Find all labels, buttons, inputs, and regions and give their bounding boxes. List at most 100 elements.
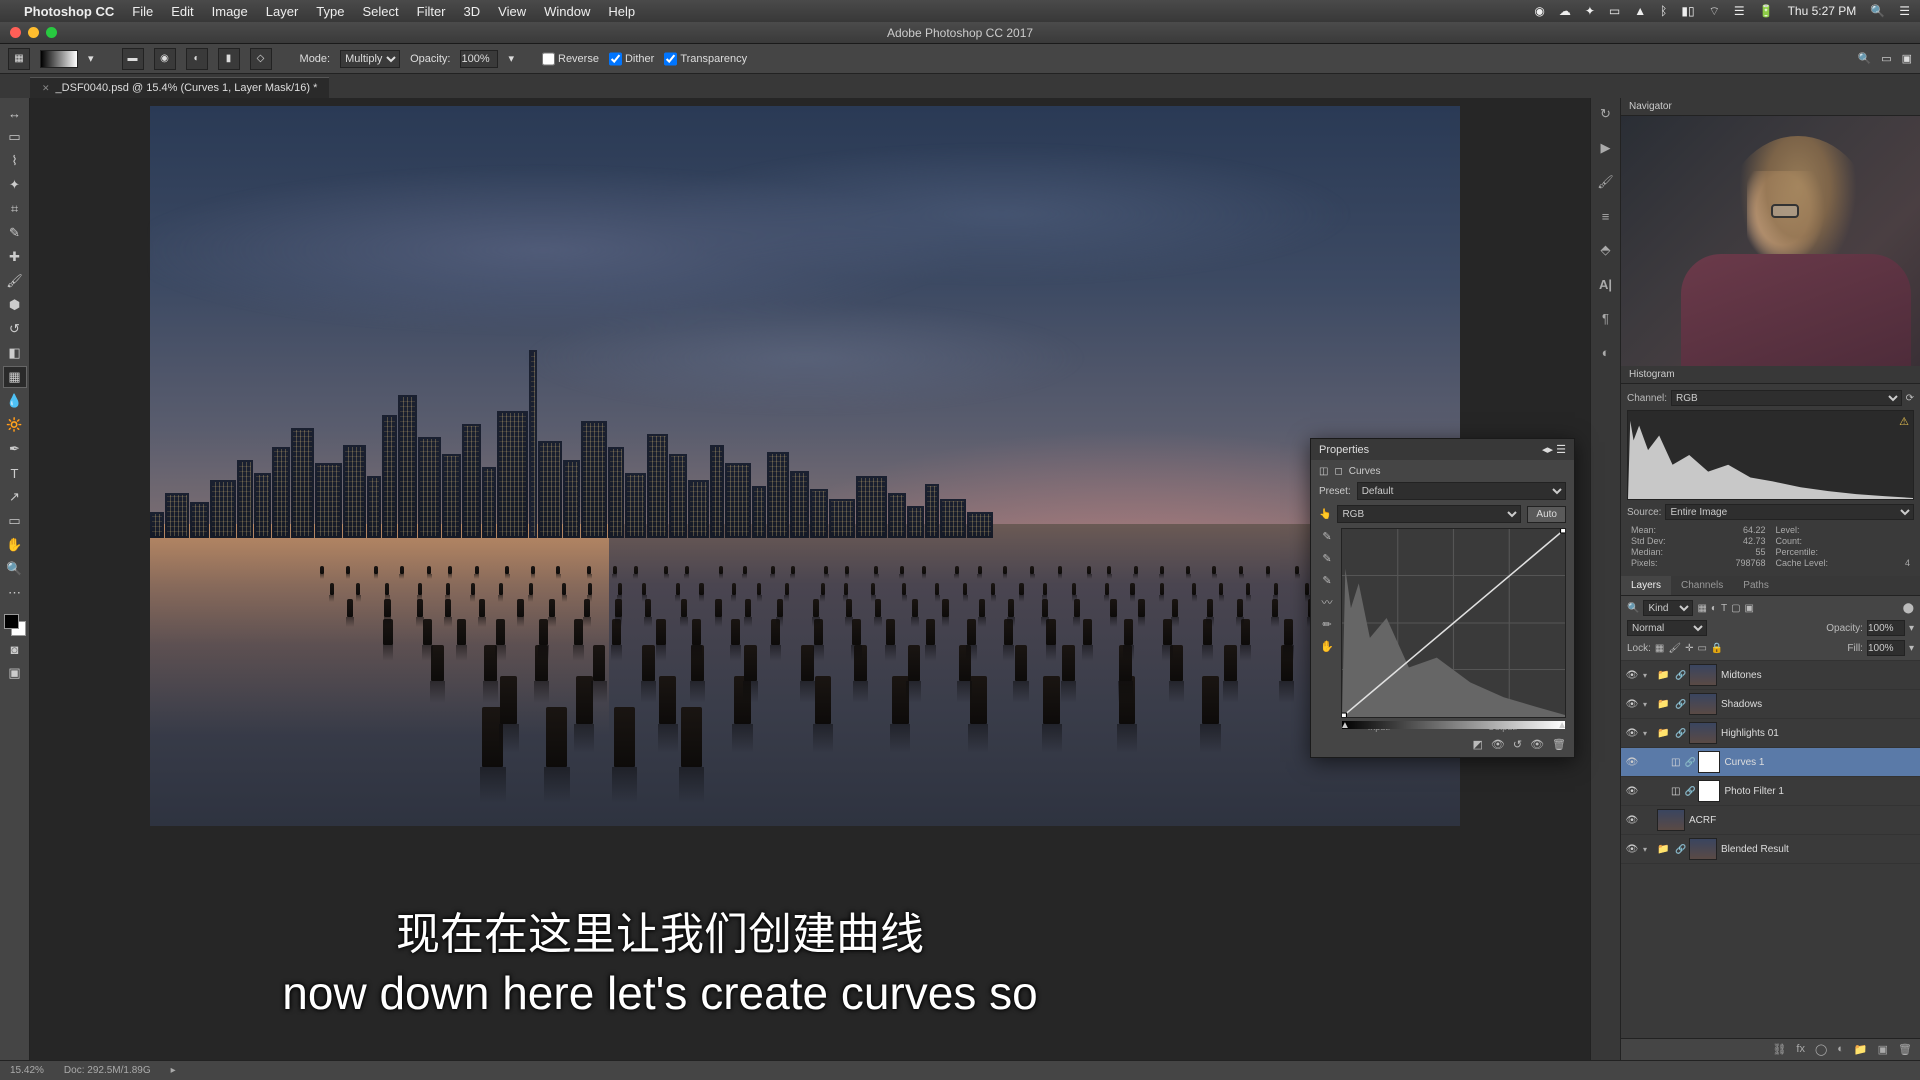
stamp-tool-icon[interactable]: ⬢: [3, 294, 27, 316]
document-tab[interactable]: ✕ _DSF0040.psd @ 15.4% (Curves 1, Layer …: [30, 77, 329, 98]
lock-art-icon[interactable]: ▭: [1697, 643, 1706, 654]
mask-icon[interactable]: ◯: [1815, 1043, 1827, 1056]
history-icon[interactable]: ↻: [1596, 104, 1616, 124]
sampler-minus-icon[interactable]: ✎: [1319, 572, 1335, 588]
filter-pixel-icon[interactable]: ▦: [1697, 603, 1706, 614]
reverse-checkbox[interactable]: Reverse: [542, 50, 599, 68]
type-tool-icon[interactable]: T: [3, 462, 27, 484]
prev-state-icon[interactable]: 👁: [1491, 738, 1505, 751]
blur-tool-icon[interactable]: 💧: [3, 390, 27, 412]
layer-row[interactable]: 👁▾📁🔗Highlights 01: [1621, 719, 1920, 748]
search-icon[interactable]: 🔍: [1870, 4, 1885, 18]
preset-select[interactable]: Default: [1357, 482, 1566, 500]
fgbg-swatch[interactable]: [4, 614, 26, 636]
lock-pos-icon[interactable]: ✛: [1685, 643, 1693, 654]
menu-edit[interactable]: Edit: [171, 4, 193, 19]
new-layer-icon[interactable]: ▣: [1878, 1043, 1888, 1056]
move-tool-icon[interactable]: ↔: [3, 102, 27, 124]
layer-list[interactable]: 👁▾📁🔗Midtones👁▾📁🔗Shadows👁▾📁🔗Highlights 01…: [1621, 661, 1920, 1038]
workspace-icon[interactable]: ▭: [1881, 52, 1891, 65]
collapse-icon[interactable]: ◂▸: [1542, 444, 1553, 456]
filter-toggle-icon[interactable]: ⬤: [1903, 603, 1914, 614]
hand-tool-icon[interactable]: ✋: [3, 534, 27, 556]
trash-icon[interactable]: 🗑: [1898, 1043, 1912, 1056]
layer-opacity-input[interactable]: [1867, 620, 1905, 636]
bluetooth-icon[interactable]: ᛒ: [1660, 4, 1667, 18]
sampler-icon[interactable]: ✎: [1319, 528, 1335, 544]
layer-name[interactable]: Highlights 01: [1721, 728, 1916, 739]
lock-trans-icon[interactable]: ▦: [1655, 643, 1664, 654]
gradient-diamond-icon[interactable]: ◇: [250, 48, 272, 70]
channel-select[interactable]: RGB: [1337, 505, 1521, 523]
layer-name[interactable]: Shadows: [1721, 699, 1916, 710]
layer-name[interactable]: Curves 1: [1724, 757, 1916, 768]
quickmask-icon[interactable]: ◙: [3, 638, 27, 660]
workspace2-icon[interactable]: ▣: [1902, 52, 1912, 65]
layer-mask[interactable]: [1698, 751, 1720, 773]
opacity-input[interactable]: [460, 50, 498, 68]
clock[interactable]: Thu 5:27 PM: [1788, 4, 1857, 18]
history-brush-icon[interactable]: ↺: [3, 318, 27, 340]
doc-size[interactable]: Doc: 292.5M/1.89G: [64, 1065, 151, 1076]
dither-checkbox[interactable]: Dither: [609, 50, 654, 68]
curve-draw-icon[interactable]: ✏: [1319, 616, 1335, 632]
menu-image[interactable]: Image: [212, 4, 248, 19]
lock-pixel-icon[interactable]: 🖌: [1668, 643, 1681, 654]
visibility-icon[interactable]: 👁: [1625, 815, 1639, 826]
display-icon[interactable]: ▭: [1609, 4, 1620, 18]
menu-type[interactable]: Type: [316, 4, 344, 19]
layer-row[interactable]: 👁 ACRF: [1621, 806, 1920, 835]
trash-icon[interactable]: 🗑: [1552, 738, 1566, 751]
menu-icon[interactable]: ☰: [1899, 4, 1910, 18]
brush-panel-icon[interactable]: 🖌: [1596, 172, 1616, 192]
gradient-angle-icon[interactable]: ◐: [186, 48, 208, 70]
battery-icon[interactable]: ▮▯: [1681, 4, 1694, 18]
close-tab-icon[interactable]: ✕: [42, 83, 50, 94]
target-icon[interactable]: 👆: [1319, 509, 1331, 520]
curve-hand-icon[interactable]: ✋: [1319, 638, 1335, 654]
visibility-icon[interactable]: 👁: [1625, 728, 1639, 739]
menu-view[interactable]: View: [498, 4, 526, 19]
warning-icon[interactable]: ⚠: [1899, 415, 1909, 428]
visibility-icon[interactable]: 👁: [1530, 738, 1544, 751]
layer-name[interactable]: ACRF: [1689, 815, 1916, 826]
dodge-tool-icon[interactable]: 🔆: [3, 414, 27, 436]
transparency-checkbox[interactable]: Transparency: [664, 50, 747, 68]
dropdown-icon[interactable]: ▾: [88, 52, 94, 65]
expand-icon[interactable]: ▾: [1643, 729, 1653, 738]
zoom-value[interactable]: 15.42%: [10, 1065, 44, 1076]
menu-icon[interactable]: ☰: [1556, 444, 1566, 456]
layer-row[interactable]: 👁▾📁🔗Midtones: [1621, 661, 1920, 690]
fx-icon[interactable]: fx: [1796, 1043, 1805, 1056]
auto-button[interactable]: Auto: [1527, 506, 1566, 523]
curves-graph[interactable]: ▲ ▲: [1341, 528, 1566, 718]
layer-name[interactable]: Blended Result: [1721, 844, 1916, 855]
actions-icon[interactable]: ▶: [1596, 138, 1616, 158]
cc-icon[interactable]: ☁: [1559, 4, 1571, 18]
histogram-header[interactable]: Histogram: [1621, 366, 1920, 384]
blend-select[interactable]: Normal: [1627, 620, 1707, 636]
gradient-swatch[interactable]: [40, 50, 78, 68]
search-icon[interactable]: 🔍: [1627, 603, 1639, 614]
visibility-icon[interactable]: 👁: [1625, 786, 1639, 797]
layer-name[interactable]: Midtones: [1721, 670, 1916, 681]
reset-icon[interactable]: ↺: [1513, 738, 1522, 751]
refresh-icon[interactable]: ⟳: [1906, 393, 1914, 404]
char-icon[interactable]: A|: [1596, 274, 1616, 294]
adj-icon[interactable]: ◐: [1596, 342, 1616, 362]
menu-select[interactable]: Select: [362, 4, 398, 19]
tab-paths[interactable]: Paths: [1733, 576, 1779, 595]
menu-file[interactable]: File: [132, 4, 153, 19]
expand-icon[interactable]: ▾: [1643, 845, 1653, 854]
visibility-icon[interactable]: 👁: [1625, 844, 1639, 855]
expand-icon[interactable]: ▾: [1643, 671, 1653, 680]
wand-tool-icon[interactable]: ✦: [3, 174, 27, 196]
lock-all-icon[interactable]: 🔒: [1711, 643, 1723, 654]
zoom-tool-icon[interactable]: 🔍: [3, 558, 27, 580]
layer-row[interactable]: 👁▾📁🔗Blended Result: [1621, 835, 1920, 864]
app-name[interactable]: Photoshop CC: [24, 4, 114, 19]
link-layers-icon[interactable]: ⛓: [1772, 1043, 1786, 1056]
filter-shape-icon[interactable]: ▢: [1731, 603, 1740, 614]
heal-tool-icon[interactable]: ✚: [3, 246, 27, 268]
path-tool-icon[interactable]: ↗: [3, 486, 27, 508]
